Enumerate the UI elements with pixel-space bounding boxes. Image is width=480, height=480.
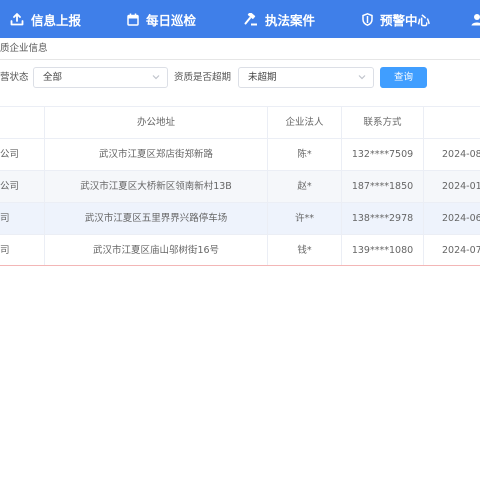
nav-item-label: 信息上报 xyxy=(31,12,82,28)
calendar-icon xyxy=(127,13,139,26)
contact-cell: 138****2978 xyxy=(351,213,414,224)
date-cell: 2024-01-2 xyxy=(442,181,480,192)
date-cell: 2024-06-0 xyxy=(442,213,480,224)
status-select-value: 全部 xyxy=(43,72,63,83)
chevron-down-icon xyxy=(358,75,366,80)
column-divider xyxy=(341,107,342,265)
legal-person-cell: 钱* xyxy=(297,245,312,256)
table-row[interactable]: 司 武汉市江夏区庙山邬树街16号 钱* 139****1080 2024-07-… xyxy=(0,235,480,266)
legal-person-cell: 陈* xyxy=(297,149,312,160)
user-icon xyxy=(471,13,480,25)
contact-cell: 187****1850 xyxy=(351,181,414,192)
address-cell: 武汉市江夏区大桥新区领南新村13B xyxy=(80,181,232,192)
column-header-contact: 联系方式 xyxy=(363,117,402,128)
date-cell: 2024-08-2 xyxy=(442,149,480,160)
table-bottom-border xyxy=(0,265,480,266)
chevron-down-icon xyxy=(152,75,160,80)
company-cell: 司 xyxy=(0,245,10,256)
legal-person-cell: 许** xyxy=(294,213,314,224)
nav-item-label: 每日巡检 xyxy=(146,12,197,28)
table-header: 办公地址 企业法人 联系方式 xyxy=(0,107,480,138)
nav-item-daily-inspection[interactable]: 每日巡检 xyxy=(127,0,196,38)
query-button[interactable]: 查询 xyxy=(380,67,427,88)
column-divider xyxy=(423,107,424,265)
company-cell: 司 xyxy=(0,213,10,224)
nav-item-label: 预警中心 xyxy=(380,12,431,28)
table-row[interactable]: 司 武汉市江夏区五里界界兴路停车场 许** 138****2978 2024-0… xyxy=(0,203,480,234)
nav-item-label: 执法案件 xyxy=(265,12,316,28)
upload-icon xyxy=(10,12,24,25)
company-cell: 公司 xyxy=(0,181,20,192)
date-cell: 2024-07-0 xyxy=(442,245,480,256)
overdue-filter-label: 资质是否超期 xyxy=(174,72,232,83)
breadcrumb: 质企业信息 xyxy=(0,43,48,54)
table-row[interactable]: 公司 武汉市江夏区大桥新区领南新村13B 赵* 187****1850 2024… xyxy=(0,171,480,202)
status-filter-label: 营状态 xyxy=(0,72,29,83)
gavel-icon xyxy=(244,12,257,25)
company-cell: 公司 xyxy=(0,149,20,160)
contact-cell: 139****1080 xyxy=(351,245,414,256)
nav-item-more[interactable] xyxy=(470,0,480,38)
contact-cell: 132****7509 xyxy=(351,149,414,160)
nav-item-law-cases[interactable]: 执法案件 xyxy=(244,0,315,38)
legal-person-cell: 赵* xyxy=(297,181,312,192)
overdue-select[interactable]: 未超期 xyxy=(238,67,374,88)
shield-icon xyxy=(362,12,373,26)
divider xyxy=(0,59,480,60)
overdue-select-value: 未超期 xyxy=(248,72,277,83)
nav-item-info-report[interactable]: 信息上报 xyxy=(10,0,81,38)
status-select[interactable]: 全部 xyxy=(33,67,168,88)
nav-item-warning-center[interactable]: 预警中心 xyxy=(362,0,430,38)
table-row[interactable]: 公司 武汉市江夏区郑店街郑新路 陈* 132****7509 2024-08-2 xyxy=(0,139,480,170)
top-nav-bar: 信息上报 每日巡检 执法案件 预警中心 xyxy=(0,0,480,38)
column-header-legal-person: 企业法人 xyxy=(285,117,324,128)
column-divider xyxy=(267,107,268,265)
column-divider xyxy=(44,107,45,265)
address-cell: 武汉市江夏区庙山邬树街16号 xyxy=(92,245,220,256)
address-cell: 武汉市江夏区郑店街郑新路 xyxy=(98,149,213,160)
address-cell: 武汉市江夏区五里界界兴路停车场 xyxy=(84,213,228,224)
column-header-address: 办公地址 xyxy=(136,117,175,128)
